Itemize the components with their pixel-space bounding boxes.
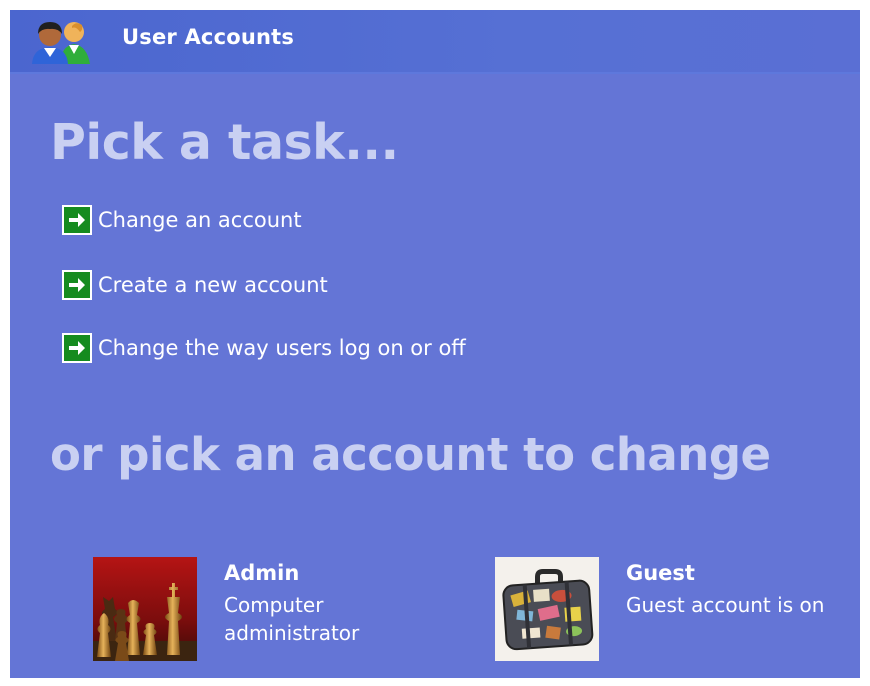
chess-pieces-picture bbox=[93, 557, 197, 661]
task-change-account[interactable]: Change an account bbox=[62, 204, 302, 236]
task-change-logon[interactable]: Change the way users log on or off bbox=[62, 332, 466, 364]
account-guest[interactable]: Guest Guest account is on bbox=[495, 557, 855, 665]
users-icon bbox=[24, 20, 96, 64]
task-label: Change the way users log on or off bbox=[98, 336, 466, 360]
account-description: Guest account is on bbox=[626, 593, 825, 617]
task-label: Change an account bbox=[98, 208, 302, 232]
green-arrow-icon bbox=[62, 333, 92, 363]
user-accounts-window: User Accounts Pick a task... Change an a… bbox=[10, 10, 860, 678]
task-create-account[interactable]: Create a new account bbox=[62, 269, 328, 301]
account-description: Computer administrator bbox=[224, 593, 360, 645]
green-arrow-icon bbox=[62, 205, 92, 235]
account-name: Admin bbox=[224, 561, 300, 585]
title-bar: User Accounts bbox=[10, 10, 860, 74]
account-admin[interactable]: Admin Computer administrator bbox=[93, 557, 423, 665]
green-arrow-icon bbox=[62, 270, 92, 300]
task-label: Create a new account bbox=[98, 273, 328, 297]
account-name: Guest bbox=[626, 561, 695, 585]
suitcase-picture bbox=[495, 557, 599, 661]
window-title: User Accounts bbox=[122, 25, 295, 49]
pick-task-heading: Pick a task... bbox=[50, 114, 399, 171]
pick-account-heading: or pick an account to change bbox=[50, 428, 771, 481]
